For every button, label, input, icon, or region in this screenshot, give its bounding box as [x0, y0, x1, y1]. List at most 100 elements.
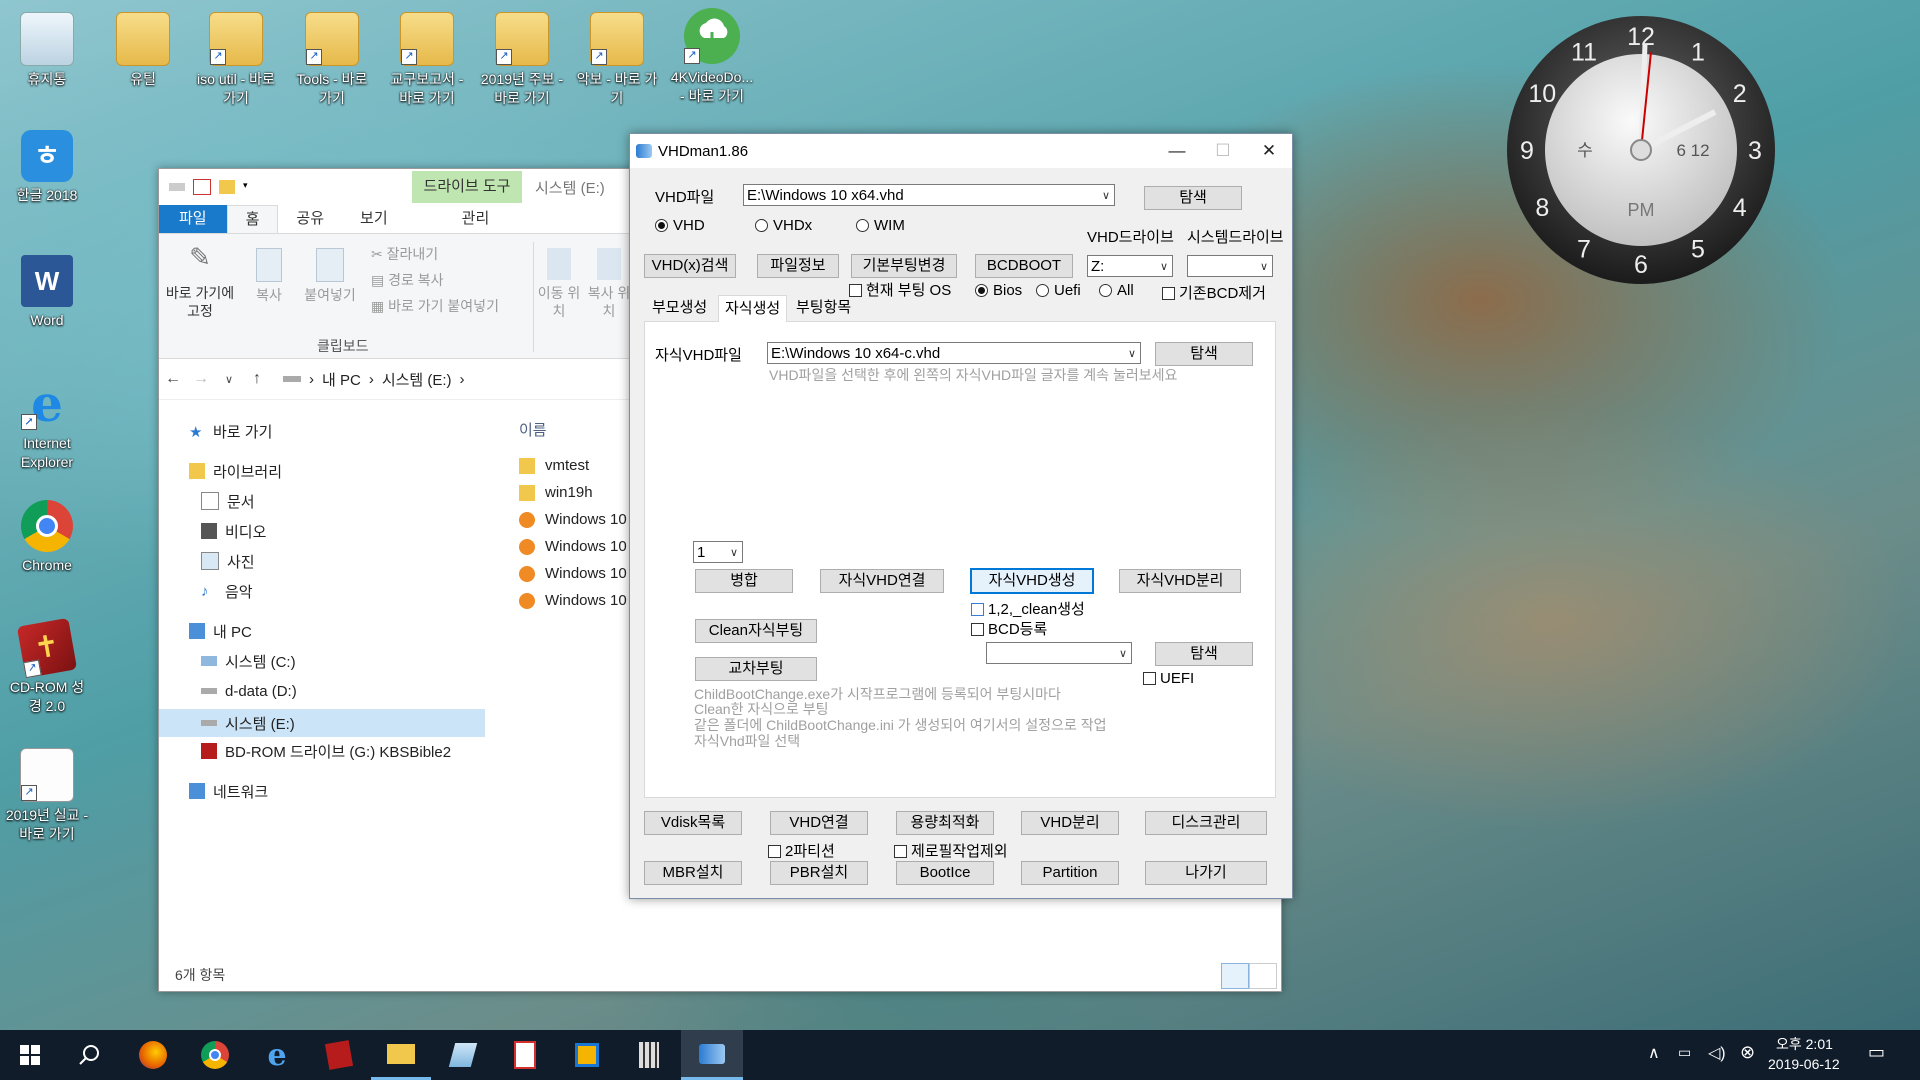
- desktop-icon-bulletin[interactable]: ↗ 2019년 주보 - 바로 가기: [480, 12, 564, 108]
- taskbar-firefox[interactable]: [123, 1030, 183, 1080]
- desktop-icon-reports[interactable]: ↗ 교구보고서 - 바로 가기: [385, 12, 469, 108]
- merge-button[interactable]: 병합: [695, 569, 793, 593]
- drive-tools-context-tab[interactable]: 드라이브 도구: [412, 171, 522, 203]
- maximize-button[interactable]: ☐: [1200, 134, 1246, 168]
- cross-boot-button[interactable]: 교차부팅: [695, 657, 817, 681]
- nav-network[interactable]: 네트워크: [189, 779, 268, 803]
- bootice-button[interactable]: BootIce: [896, 861, 994, 885]
- child-vhd-combo[interactable]: E:\Windows 10 x64-c.vhd ∨: [767, 342, 1141, 364]
- paste-button[interactable]: 붙여넣기: [299, 248, 361, 304]
- taskbar-explorer[interactable]: [371, 1030, 431, 1080]
- child-vhd-label[interactable]: 자식VHD파일: [655, 344, 742, 365]
- large-icons-view-button[interactable]: [1249, 963, 1277, 989]
- radio-bios[interactable]: Bios: [975, 282, 1022, 299]
- desktop-icon-iso-util[interactable]: ↗ iso util - 바로 가기: [194, 12, 278, 108]
- current-boot-os-checkbox[interactable]: 현재 부팅 OS: [849, 279, 951, 300]
- tab-file[interactable]: 파일: [159, 205, 227, 233]
- vhd-search-button[interactable]: VHD(x)검색: [644, 254, 736, 278]
- copy-button[interactable]: 복사: [247, 248, 291, 304]
- desktop-icon-word[interactable]: W Word: [5, 255, 89, 330]
- bcdboot-button[interactable]: BCDBOOT: [975, 254, 1073, 278]
- tab-home[interactable]: 홈: [226, 205, 279, 233]
- tab-child-create[interactable]: 자식생성: [718, 295, 788, 322]
- show-hidden-icons-button[interactable]: ∧: [1648, 1043, 1660, 1063]
- desktop-icon-bible[interactable]: ✝ ↗ CD-ROM 성경 2.0: [5, 617, 89, 716]
- desktop-icon-4kvideo[interactable]: ↗ 4KVideoDo... - 바로 가기: [670, 8, 754, 106]
- taskbar-pdf[interactable]: [495, 1030, 555, 1080]
- connect-child-button[interactable]: 자식VHD연결: [820, 569, 944, 593]
- back-button[interactable]: ←: [159, 370, 187, 388]
- count-combo[interactable]: 1 ∨: [693, 541, 743, 563]
- uefi-checkbox[interactable]: UEFI: [1143, 670, 1194, 687]
- mbr-install-button[interactable]: MBR설치: [644, 861, 742, 885]
- exit-button[interactable]: 나가기: [1145, 861, 1267, 885]
- vdisk-list-button[interactable]: Vdisk목록: [644, 811, 742, 835]
- nav-drive-d[interactable]: d-data (D:): [201, 679, 297, 703]
- taskbar-bible[interactable]: [309, 1030, 369, 1080]
- column-header-name[interactable]: 이름: [519, 419, 547, 440]
- network-icon[interactable]: ▭: [1678, 1044, 1691, 1061]
- tab-parent-create[interactable]: 부모생성: [646, 295, 713, 321]
- default-boot-button[interactable]: 기본부팅변경: [851, 254, 957, 278]
- partition-button[interactable]: Partition: [1021, 861, 1119, 885]
- taskbar-vhdman[interactable]: [681, 1030, 743, 1080]
- desktop-icon-recycle-bin[interactable]: 휴지통: [5, 12, 89, 89]
- minimize-button[interactable]: —: [1154, 134, 1200, 168]
- forward-button[interactable]: →: [187, 370, 215, 388]
- detach-child-button[interactable]: 자식VHD분리: [1119, 569, 1241, 593]
- radio-vhdx[interactable]: VHDx: [755, 217, 812, 234]
- nav-drive-g[interactable]: BD-ROM 드라이브 (G:) KBSBible2: [201, 739, 451, 763]
- volume-icon[interactable]: ◁): [1708, 1043, 1726, 1063]
- vhd-file-label[interactable]: VHD파일: [655, 186, 714, 207]
- pin-to-quick-access-button[interactable]: ✎ 바로 가기에 고정: [165, 244, 235, 320]
- nav-drive-e[interactable]: 시스템 (E:): [159, 709, 485, 737]
- ime-off-icon[interactable]: ⊗: [1740, 1042, 1755, 1063]
- system-drive-combo[interactable]: ∨: [1187, 255, 1273, 277]
- nav-videos[interactable]: 비디오: [201, 519, 266, 543]
- nav-music[interactable]: ♪ 음악: [201, 579, 253, 603]
- radio-vhd[interactable]: VHD: [655, 217, 705, 234]
- qat-dropdown-icon[interactable]: ▾: [243, 180, 251, 194]
- breadcrumb-drive-e[interactable]: 시스템 (E:): [382, 369, 452, 390]
- clean-child-boot-button[interactable]: Clean자식부팅: [695, 619, 817, 643]
- clock-gadget[interactable]: 12 1 2 3 4 5 6 7 8 9 10 11 수 6 12 PM: [1505, 14, 1777, 286]
- nav-drive-c[interactable]: 시스템 (C:): [201, 649, 296, 673]
- tab-boot-entries[interactable]: 부팅항목: [790, 295, 857, 321]
- remove-bcd-checkbox[interactable]: 기존BCD제거: [1162, 282, 1266, 303]
- action-center-icon[interactable]: ▭: [1868, 1042, 1885, 1063]
- properties-icon[interactable]: [193, 179, 211, 195]
- breadcrumb-this-pc[interactable]: 내 PC: [322, 369, 361, 390]
- vhdman-window[interactable]: VHDman1.86 — ☐ ✕ VHD파일 E:\Windows 10 x64…: [629, 133, 1293, 899]
- taskbar-date[interactable]: 2019-06-12: [1768, 1056, 1840, 1072]
- taskbar-chrome[interactable]: [185, 1030, 245, 1080]
- up-button[interactable]: ↑: [243, 370, 271, 388]
- desktop-icon-tools[interactable]: ↗ Tools - 바로 가기: [290, 12, 374, 108]
- vhd-file-combo[interactable]: E:\Windows 10 x64.vhd ∨: [743, 184, 1115, 206]
- cut-button[interactable]: ✂ 잘라내기: [371, 244, 438, 264]
- taskbar-calculator[interactable]: [619, 1030, 679, 1080]
- vhd-browse-button[interactable]: 탐색: [1144, 186, 1242, 210]
- tab-share[interactable]: 공유: [278, 205, 342, 233]
- taskbar-app[interactable]: [557, 1030, 617, 1080]
- vhd-connect-button[interactable]: VHD연결: [770, 811, 868, 835]
- copy-to-button[interactable]: 복사 위치: [587, 248, 631, 320]
- tab-manage[interactable]: 관리: [426, 205, 526, 233]
- copy-path-button[interactable]: ▤ 경로 복사: [371, 270, 444, 290]
- radio-wim[interactable]: WIM: [856, 217, 905, 234]
- desktop-icon-hangul[interactable]: ㅎ 한글 2018: [5, 130, 89, 205]
- new-folder-icon[interactable]: [219, 180, 235, 194]
- radio-all[interactable]: All: [1099, 282, 1134, 299]
- exclude-zero-fill-checkbox[interactable]: 제로필작업제외: [894, 840, 1008, 861]
- list-item[interactable]: Windows 10 x: [519, 592, 638, 609]
- file-info-button[interactable]: 파일정보: [757, 254, 839, 278]
- list-item[interactable]: Windows 10 x: [519, 565, 638, 582]
- start-button[interactable]: [0, 1030, 60, 1080]
- taskbar-time[interactable]: 오후 2:01: [1776, 1034, 1833, 1054]
- recent-dropdown[interactable]: ∨: [215, 373, 243, 386]
- child-browse-button[interactable]: 탐색: [1155, 342, 1253, 366]
- list-item[interactable]: Windows 10 x: [519, 511, 638, 528]
- close-button[interactable]: ✕: [1246, 134, 1292, 168]
- desktop-icon-chrome[interactable]: Chrome: [5, 500, 89, 575]
- desktop-icon-sheet-music[interactable]: ↗ 악보 - 바로 가기: [575, 12, 659, 108]
- breadcrumb[interactable]: › 내 PC › 시스템 (E:) ›: [283, 369, 465, 390]
